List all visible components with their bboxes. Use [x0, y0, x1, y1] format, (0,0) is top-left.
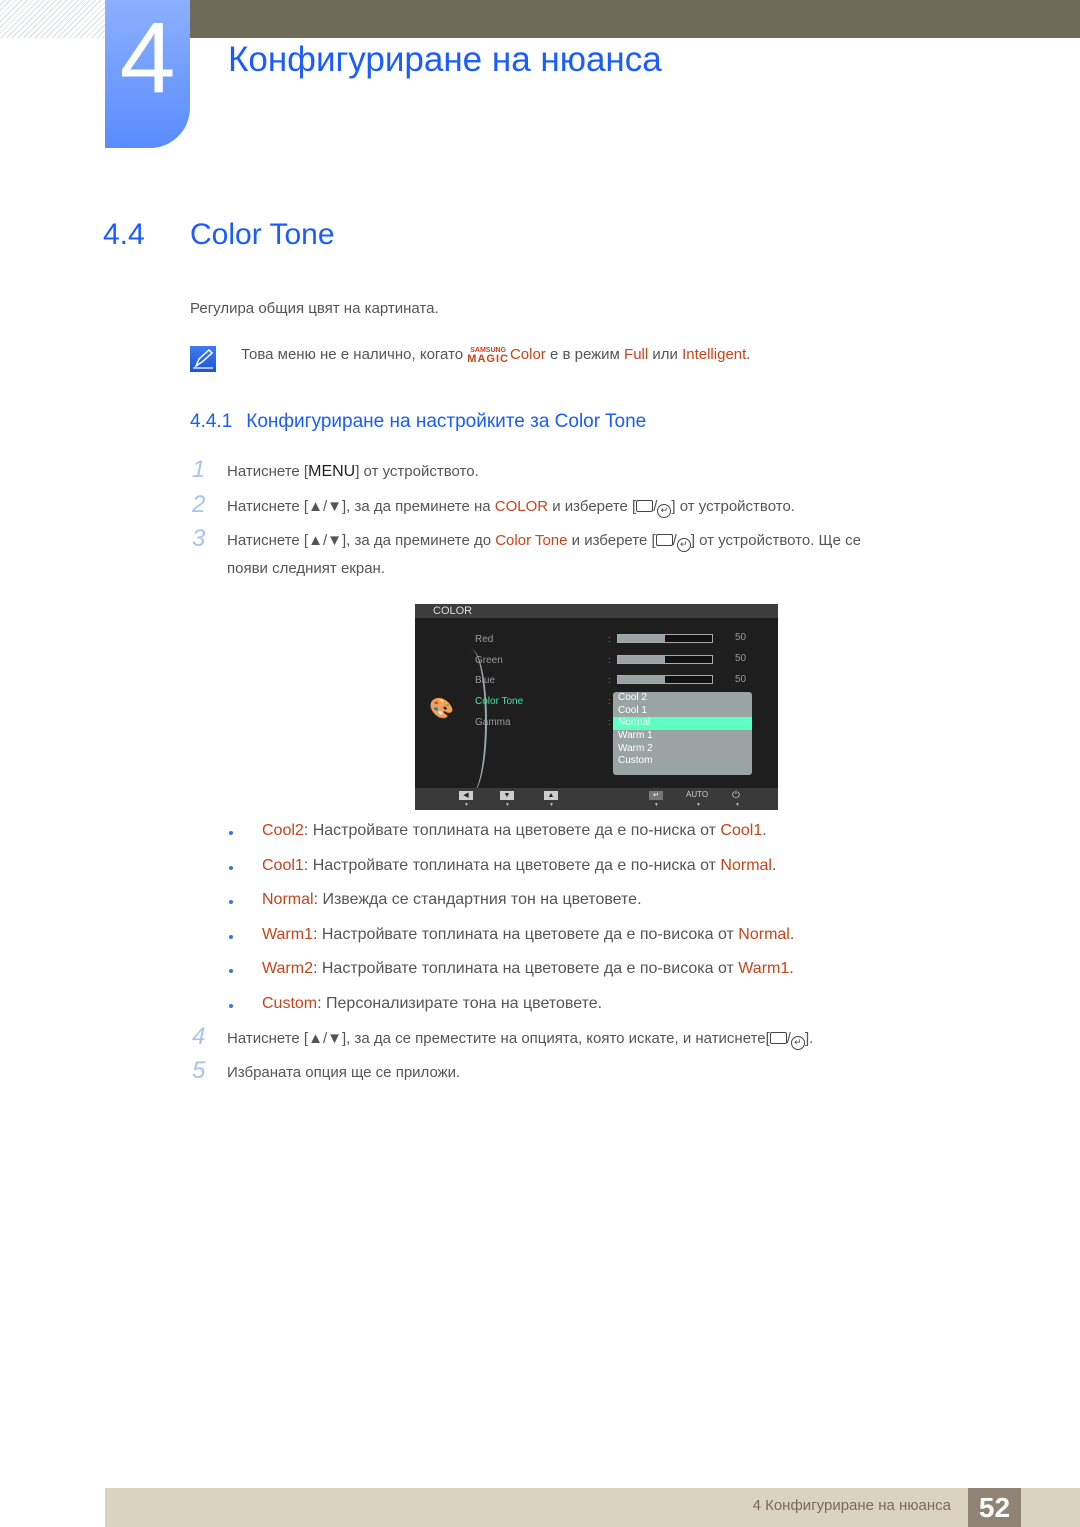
osd-value-blue: 50 — [735, 674, 747, 685]
step-number: 4 — [192, 1023, 206, 1050]
step-number: 5 — [192, 1057, 206, 1084]
menu-key: MENU — [308, 463, 356, 480]
mode-intelligent: Intelligent — [682, 346, 747, 363]
osd-color-menu: COLOR 🎨 Red : 50 Green : 50 Blue : 50 Co… — [415, 604, 778, 810]
option-cool-2[interactable]: Cool 2 — [613, 692, 752, 705]
option-custom[interactable]: Custom — [613, 755, 752, 768]
bullet-dot — [229, 1004, 233, 1008]
step-1: Натиснете [MENU] от устройството. — [227, 463, 479, 480]
down-arrow-icon[interactable]: ▼ — [500, 791, 514, 800]
osd-item-blue[interactable]: Blue — [475, 675, 495, 686]
source-key-icon — [769, 1032, 787, 1044]
option-normal[interactable]: Normal — [613, 717, 752, 731]
osd-slider-red[interactable] — [617, 634, 713, 643]
osd-slider-green[interactable] — [617, 655, 713, 664]
bullet-dot — [229, 900, 233, 904]
enter-key-icon: ↵ — [790, 1036, 805, 1050]
footer-chapter-title: 4 Конфигуриране на нюанса — [752, 1497, 951, 1514]
note-text: Това меню не е налично, когато SAMSUNG MA… — [241, 346, 751, 365]
osd-item-red[interactable]: Red — [475, 634, 493, 645]
enter-key-icon: ↵ — [676, 538, 691, 552]
power-icon[interactable]: ⏻ — [732, 790, 740, 801]
step-3-continued: появи следният екран. — [227, 560, 385, 577]
list-item: Normal: Извежда се стандартния тон на цв… — [262, 891, 642, 908]
step-4: Натиснете [▲/▼], за да се преместите на … — [227, 1030, 813, 1050]
section-number: 4.4 — [103, 218, 145, 251]
section-title: Color Tone — [190, 218, 335, 251]
option-cool-1[interactable]: Cool 1 — [613, 705, 752, 718]
auto-button[interactable]: AUTO — [686, 790, 708, 799]
step-number: 2 — [192, 491, 206, 518]
decorative-hatch — [0, 0, 105, 38]
bullet-dot — [229, 969, 233, 973]
color-tone-dropdown[interactable]: Cool 2 Cool 1 Normal Warm 1 Warm 2 Custo… — [613, 692, 752, 775]
step-number: 3 — [192, 525, 206, 552]
osd-item-color-tone[interactable]: Color Tone — [475, 696, 523, 707]
enter-key-icon: ↵ — [657, 504, 672, 518]
list-item: Custom: Персонализирате тона на цветовет… — [262, 995, 603, 1012]
enter-icon[interactable]: ↵ — [649, 791, 663, 800]
osd-value-red: 50 — [735, 632, 747, 643]
chapter-title: Конфигуриране на нюанса — [228, 40, 662, 79]
step-5: Избраната опция ще се приложи. — [227, 1064, 461, 1081]
osd-item-green[interactable]: Green — [475, 655, 503, 666]
mode-full: Full — [624, 346, 649, 363]
option-warm-1[interactable]: Warm 1 — [613, 730, 752, 743]
osd-item-gamma[interactable]: Gamma — [475, 717, 511, 728]
osd-slider-blue[interactable] — [617, 675, 713, 684]
left-arrow-icon[interactable]: ◀ — [459, 791, 473, 800]
bullet-dot — [229, 866, 233, 870]
osd-button-bar: ◀ ▼ ▼ ▼ ▲ ▼ ↵ ▼ AUTO ▼ ⏻ ▼ — [415, 788, 778, 810]
samsung-magic-logo: SAMSUNG MAGIC — [467, 347, 509, 365]
list-item: Warm2: Настройвате топлината на цветовет… — [262, 960, 794, 977]
step-3: Натиснете [▲/▼], за да преминете до Colo… — [227, 532, 861, 552]
source-key-icon — [655, 534, 673, 546]
bullet-dot — [229, 831, 233, 835]
list-item: Cool1: Настройвате топлината на цветовет… — [262, 857, 777, 874]
intro-text: Регулира общия цвят на картината. — [190, 300, 439, 317]
list-item: Warm1: Настройвате топлината на цветовет… — [262, 926, 795, 943]
header-bar — [190, 0, 1080, 38]
palette-icon: 🎨 — [429, 698, 454, 720]
source-key-icon — [636, 500, 654, 512]
subsection-title: 4.4.1 Конфигуриране на настройките за Col… — [190, 411, 647, 432]
page-number: 52 — [968, 1488, 1021, 1527]
chapter-badge: 4 — [105, 0, 190, 148]
up-arrow-icon[interactable]: ▲ — [544, 791, 558, 800]
list-item: Cool2: Настройвате топлината на цветовет… — [262, 822, 767, 839]
osd-title: COLOR — [415, 604, 778, 618]
step-2: Натиснете [▲/▼], за да преминете на COLO… — [227, 498, 795, 518]
chapter-number: 4 — [119, 2, 176, 114]
step-number: 1 — [192, 456, 206, 483]
bullet-dot — [229, 935, 233, 939]
page-footer: 4 Конфигуриране на нюанса — [105, 1488, 1080, 1527]
option-warm-2[interactable]: Warm 2 — [613, 743, 752, 756]
osd-value-green: 50 — [735, 653, 747, 664]
note-pencil-icon — [190, 346, 216, 372]
